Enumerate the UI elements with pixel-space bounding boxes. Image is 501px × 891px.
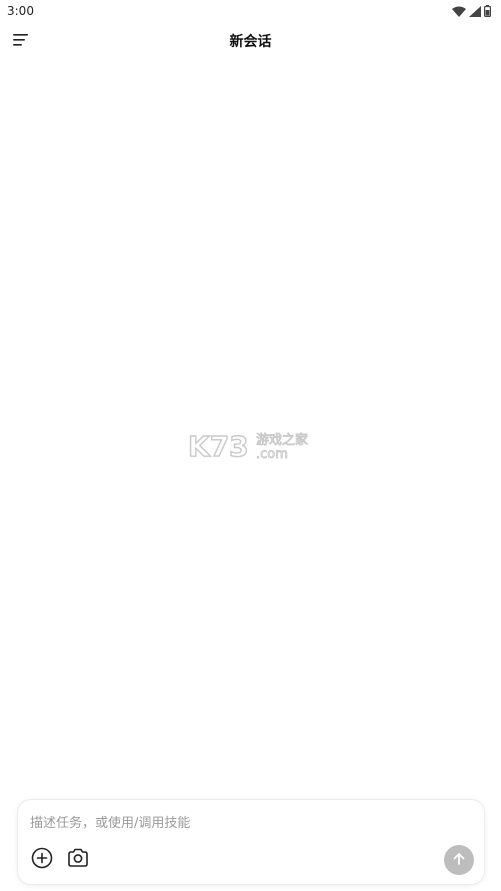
- watermark-tagline: 游戏之家: [256, 432, 308, 448]
- page-title: 新会话: [229, 34, 272, 50]
- camera-icon: [67, 848, 89, 872]
- arrow-up-icon: [452, 851, 466, 870]
- composer: [17, 799, 485, 885]
- camera-button[interactable]: [66, 848, 90, 872]
- status-bar: 3:00: [0, 0, 501, 22]
- wifi-icon: [452, 6, 466, 17]
- send-button[interactable]: [444, 845, 474, 875]
- battery-icon: [484, 5, 491, 17]
- add-attachment-button[interactable]: [30, 847, 54, 873]
- watermark-domain: .com: [256, 447, 288, 462]
- plus-circle-icon: [31, 847, 53, 873]
- task-input[interactable]: [30, 810, 470, 836]
- watermark-brand: K73: [188, 430, 249, 463]
- status-icons: [452, 5, 491, 17]
- watermark-logo: K73 游戏之家 .com: [186, 428, 316, 464]
- signal-icon: [469, 5, 481, 17]
- composer-actions: [30, 847, 90, 873]
- app-header: 新会话: [0, 22, 501, 60]
- status-time: 3:00: [7, 4, 34, 18]
